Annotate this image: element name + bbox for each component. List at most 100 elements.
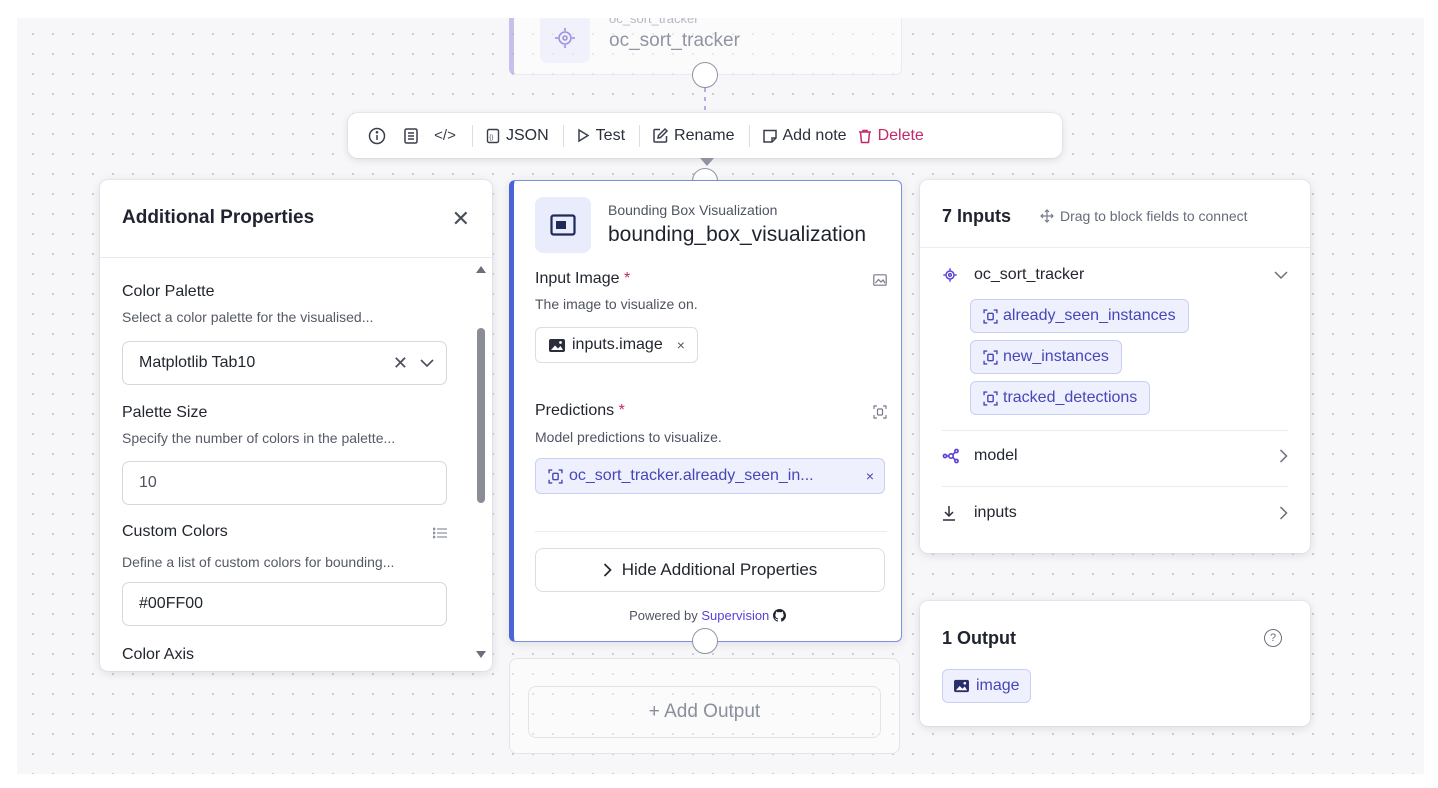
info-icon[interactable]: [366, 125, 388, 147]
predictions-label: Predictions *: [535, 402, 625, 420]
note-icon: [762, 129, 777, 143]
drag-hint-text: Drag to block fields to connect: [1060, 208, 1248, 224]
outputs-count: 1 Output: [942, 628, 1016, 648]
hide-additional-properties-button[interactable]: Hide Additional Properties: [535, 548, 885, 592]
scroll-down-icon[interactable]: [476, 651, 486, 658]
inputs-panel-header: 7 Inputs Drag to block fields to connect: [920, 180, 1310, 248]
connection-edge: [704, 88, 706, 112]
powered-by-text: Powered by: [629, 608, 698, 623]
palette-size-value: 10: [139, 474, 157, 491]
rename-label: Rename: [674, 126, 735, 144]
add-output-area: + Add Output: [509, 658, 900, 754]
source-inputs[interactable]: inputs: [942, 504, 1288, 522]
output-port[interactable]: [692, 628, 718, 654]
field-chip-new-instances[interactable]: new_instances: [970, 340, 1122, 374]
output-port[interactable]: [692, 62, 718, 88]
chevron-right-icon[interactable]: [1279, 449, 1288, 463]
remove-icon[interactable]: ×: [677, 337, 685, 353]
required-mark: *: [618, 402, 625, 419]
bounding-box-icon: [535, 197, 591, 253]
source-oc-sort-tracker[interactable]: oc_sort_tracker: [942, 266, 1288, 284]
code-icon[interactable]: </>: [434, 125, 456, 147]
input-image-label-text: Input Image: [535, 270, 620, 287]
output-chip-label: image: [976, 677, 1020, 694]
edit-icon: [653, 127, 669, 143]
delete-button[interactable]: Delete: [857, 127, 924, 145]
github-icon[interactable]: [772, 609, 786, 622]
outputs-panel: 1 Output ? image: [920, 601, 1310, 726]
workflow-canvas[interactable]: oc_sort_tracker oc_sort_tracker </> {} J…: [17, 18, 1424, 774]
rename-button[interactable]: Rename: [652, 126, 735, 145]
panel-title: Additional Properties: [122, 207, 315, 228]
predictions-label-text: Predictions: [535, 402, 615, 419]
image-icon: [549, 338, 565, 352]
target-icon: [540, 18, 590, 63]
powered-by: Powered by Supervision: [514, 608, 901, 623]
image-icon: [873, 274, 887, 286]
model-graph-icon: [942, 448, 964, 464]
custom-colors-input[interactable]: #00FF00: [122, 582, 447, 626]
divider: [472, 124, 473, 147]
field-chip-tracked-detections[interactable]: tracked_detections: [970, 381, 1151, 415]
bounding-box-visualization-node[interactable]: Bounding Box Visualization bounding_box_…: [509, 180, 902, 642]
panel-header: Additional Properties ✕: [100, 180, 492, 258]
remove-icon[interactable]: ×: [866, 468, 874, 484]
source-model[interactable]: model: [942, 447, 1288, 465]
add-note-label: Add note: [782, 126, 847, 144]
input-image-description: The image to visualize on.: [535, 296, 698, 312]
color-palette-description: Select a color palette for the visualise…: [122, 309, 374, 325]
move-icon: [1040, 209, 1054, 223]
custom-colors-label: Custom Colors: [122, 523, 228, 540]
document-icon[interactable]: [400, 125, 422, 147]
color-palette-select[interactable]: Matplotlib Tab10 ✕: [122, 341, 447, 385]
input-image-chip-label: inputs.image: [572, 336, 663, 353]
detections-icon: [983, 390, 998, 406]
field-chip-label: new_instances: [1003, 348, 1109, 365]
chevron-down-icon[interactable]: [1274, 270, 1288, 280]
output-chip-image[interactable]: image: [942, 669, 1031, 703]
json-label: JSON: [506, 126, 549, 144]
input-image-chip[interactable]: inputs.image ×: [535, 327, 698, 363]
json-button[interactable]: {} JSON: [485, 127, 549, 145]
detections-icon: [983, 349, 998, 365]
help-icon[interactable]: ?: [1264, 629, 1282, 647]
json-file-icon: {}: [486, 128, 500, 143]
target-icon: [942, 267, 964, 283]
chevron-right-icon[interactable]: [1279, 506, 1288, 520]
add-output-label: + Add Output: [648, 701, 761, 722]
image-icon: [954, 679, 969, 693]
field-chip-already-seen-instances[interactable]: already_seen_instances: [970, 299, 1189, 333]
chevron-down-icon[interactable]: [420, 359, 434, 368]
scrollbar-thumb[interactable]: [477, 328, 485, 503]
node-title: oc_sort_tracker: [609, 30, 740, 51]
field-chip-label: already_seen_instances: [1003, 307, 1176, 324]
svg-text:{}: {}: [489, 135, 493, 141]
chevron-right-icon: [603, 563, 612, 577]
palette-size-description: Specify the number of colors in the pale…: [122, 430, 396, 446]
drag-hint: Drag to block fields to connect: [1040, 208, 1248, 224]
clear-icon[interactable]: ✕: [393, 353, 408, 374]
inputs-panel: 7 Inputs Drag to block fields to connect…: [920, 180, 1310, 553]
test-button[interactable]: Test: [576, 127, 625, 145]
add-note-button[interactable]: Add note: [762, 127, 847, 145]
list-icon[interactable]: [433, 527, 447, 539]
required-mark: *: [623, 270, 631, 287]
divider: [942, 486, 1288, 487]
inputs-count: 7 Inputs: [942, 206, 1012, 226]
block-name: bounding_box_visualization: [608, 223, 867, 246]
divider: [639, 124, 641, 147]
supervision-link[interactable]: Supervision: [701, 608, 769, 623]
divider: [942, 430, 1288, 431]
divider: [535, 531, 887, 532]
scroll-up-icon[interactable]: [476, 266, 486, 273]
divider: [748, 124, 750, 147]
palette-size-input[interactable]: 10: [122, 461, 447, 505]
predictions-chip[interactable]: oc_sort_tracker.already_seen_in... ×: [535, 458, 885, 494]
additional-properties-panel: Additional Properties ✕ Color Palette Se…: [100, 180, 492, 671]
source-name: inputs: [974, 504, 1017, 521]
detections-icon: [983, 308, 998, 324]
scrollbar[interactable]: [476, 266, 486, 658]
add-output-button[interactable]: + Add Output: [528, 686, 881, 738]
test-label: Test: [595, 126, 626, 144]
close-icon[interactable]: ✕: [452, 206, 470, 232]
